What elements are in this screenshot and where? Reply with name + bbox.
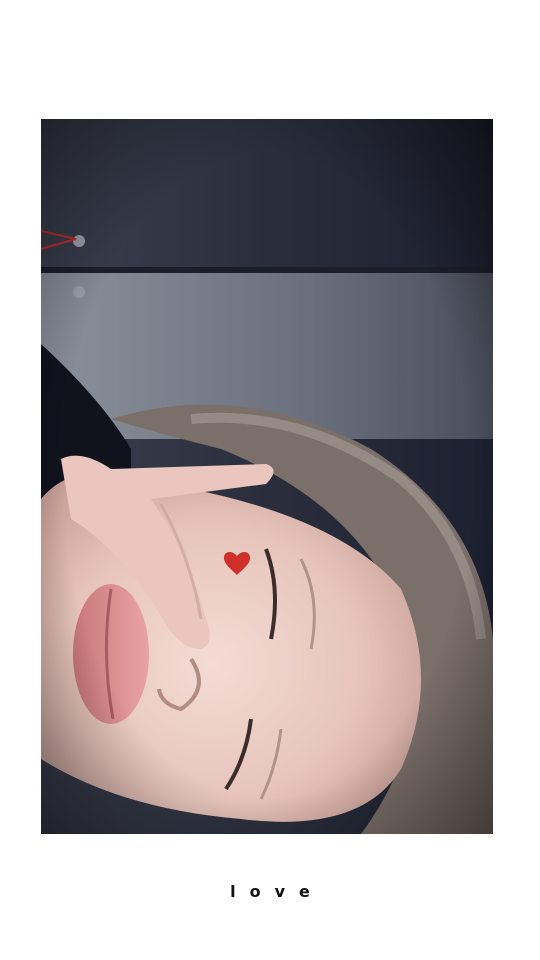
photo-frame: love — [0, 0, 540, 960]
selfie-illustration — [41, 119, 493, 834]
caption-text: love — [230, 882, 324, 901]
selfie-photo — [41, 119, 493, 834]
